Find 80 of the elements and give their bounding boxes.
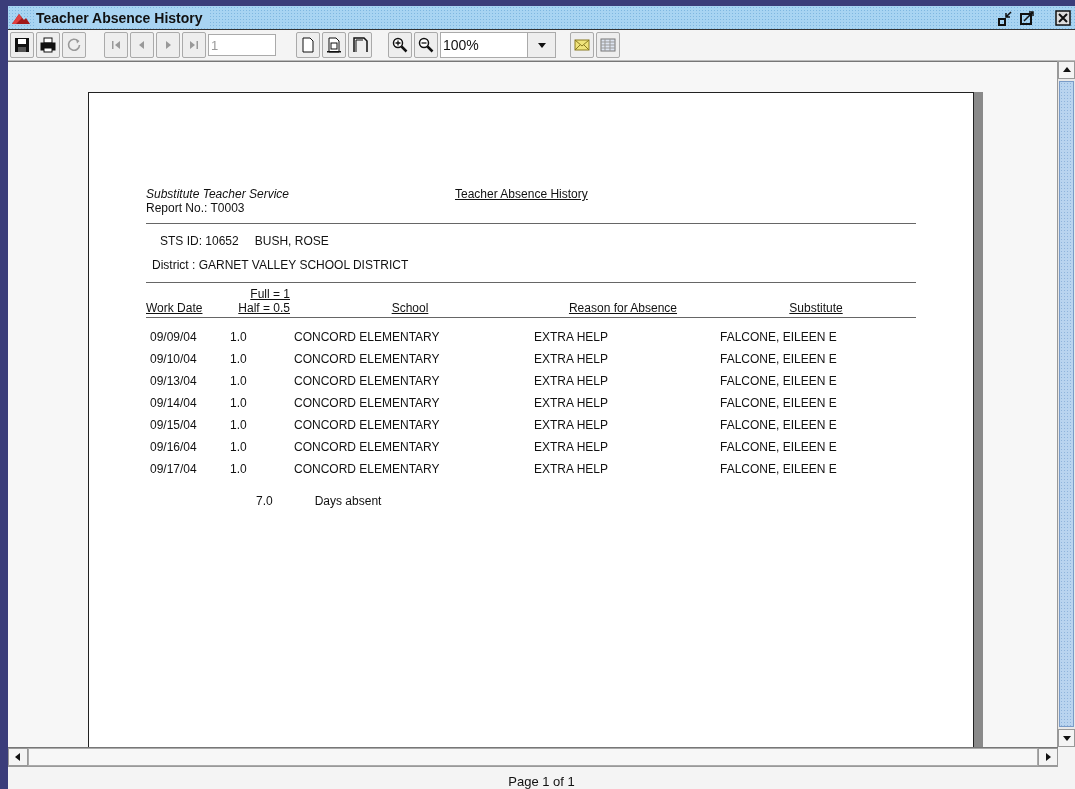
teacher-name: BUSH, ROSE	[254, 234, 329, 248]
scroll-down-icon	[1062, 734, 1071, 742]
toolbar-button[interactable]	[322, 32, 346, 58]
table-cell-text: 1.0	[230, 329, 248, 346]
table-cell-text: CONCORD ELEMENTARY	[294, 395, 441, 412]
table-cell-text: FALCONE, EILEEN E	[720, 395, 838, 412]
column-header: Work Date	[146, 301, 203, 315]
table-cell-text: 1.0	[230, 439, 248, 456]
window-title: Teacher Absence History	[36, 9, 209, 26]
zoom-value: 100%	[442, 37, 480, 53]
table-cell-text: EXTRA HELP	[534, 373, 610, 390]
page-width-icon	[326, 37, 342, 53]
zoom-out-button[interactable]	[414, 32, 438, 58]
table-cell-text: CONCORD ELEMENTARY	[294, 417, 441, 434]
table-cell-text: 1.0	[230, 395, 248, 412]
table-cell-text: 1.0	[230, 351, 248, 368]
table-cell-text: 1.0	[230, 373, 248, 390]
table-cell-text: FALCONE, EILEEN E	[720, 329, 838, 346]
total-label: Days absent	[314, 494, 382, 508]
table-cell-text: EXTRA HELP	[534, 461, 610, 478]
table-cell-text: EXTRA HELP	[534, 351, 610, 368]
toolbar-button[interactable]	[10, 32, 34, 58]
table-cell-text: 09/16/04	[150, 439, 198, 456]
table-cell-text: FALCONE, EILEEN E	[720, 417, 838, 434]
table-cell-text: FALCONE, EILEEN E	[720, 439, 838, 456]
column-header: School	[391, 301, 429, 315]
column-header: Reason for Absence	[568, 301, 678, 315]
zoom-in-icon	[392, 37, 408, 53]
table-cell-text: CONCORD ELEMENTARY	[294, 329, 441, 346]
caret-icon	[537, 41, 546, 49]
total-days: 7.0	[256, 494, 273, 508]
report-number: Report No.: T0003	[146, 201, 246, 215]
envelope-icon	[574, 37, 590, 53]
restore-icon[interactable]	[997, 9, 1013, 26]
table-cell-text: CONCORD ELEMENTARY	[294, 351, 441, 368]
scroll-right-icon	[1044, 753, 1052, 761]
sts-id: STS ID: 10652	[160, 234, 239, 248]
table-cell-text: 1.0	[230, 417, 248, 434]
column-header: Substitute	[789, 301, 843, 315]
toolbar-button[interactable]	[36, 32, 60, 58]
column-header: Full = 1	[250, 287, 290, 301]
page-status: Page 1 of 1	[508, 774, 575, 789]
dropdown-button[interactable]	[527, 33, 555, 57]
close-icon[interactable]	[1055, 9, 1071, 26]
whole-page-icon	[352, 37, 368, 53]
refresh-icon	[66, 37, 82, 53]
table-cell-text: EXTRA HELP	[534, 439, 610, 456]
organization-name: Substitute Teacher Service	[146, 187, 290, 201]
zoom-out-icon	[418, 37, 434, 53]
toolbar-button[interactable]	[348, 32, 372, 58]
district-name: District : GARNET VALLEY SCHOOL DISTRICT	[152, 258, 409, 272]
page-icon	[300, 37, 316, 53]
table-icon	[600, 37, 616, 53]
table-cell-text: 09/14/04	[150, 395, 198, 412]
table-cell-text: CONCORD ELEMENTARY	[294, 461, 441, 478]
zoom-in-button[interactable]	[388, 32, 412, 58]
report-title: Teacher Absence History	[455, 187, 588, 203]
table-cell-text: FALCONE, EILEEN E	[720, 461, 838, 478]
table-cell-text: EXTRA HELP	[534, 395, 610, 412]
table-cell-text: 1.0	[230, 461, 248, 478]
table-cell-text: 09/09/04	[150, 329, 198, 346]
printer-icon	[40, 37, 56, 53]
maximize-icon[interactable]	[1019, 9, 1035, 26]
vertical-scrollbar[interactable]	[1057, 61, 1075, 747]
scroll-up-icon	[1062, 66, 1071, 74]
zoom-dropdown[interactable]: 100%	[440, 32, 556, 58]
table-cell-text: 09/17/04	[150, 461, 198, 478]
table-cell-text: FALCONE, EILEEN E	[720, 373, 838, 390]
horizontal-scrollbar[interactable]	[8, 747, 1058, 767]
table-cell-text: CONCORD ELEMENTARY	[294, 373, 441, 390]
table-cell-text: 09/10/04	[150, 351, 198, 368]
table-cell-text: CONCORD ELEMENTARY	[294, 439, 441, 456]
save-icon	[14, 37, 30, 53]
scroll-left-icon	[14, 753, 22, 761]
column-header: Half = 0.5	[238, 301, 290, 315]
table-cell-text: EXTRA HELP	[534, 329, 610, 346]
table-cell-text: EXTRA HELP	[534, 417, 610, 434]
table-cell-text: 09/15/04	[150, 417, 198, 434]
table-cell-text: FALCONE, EILEEN E	[720, 351, 838, 368]
table-cell-text: 09/13/04	[150, 373, 198, 390]
